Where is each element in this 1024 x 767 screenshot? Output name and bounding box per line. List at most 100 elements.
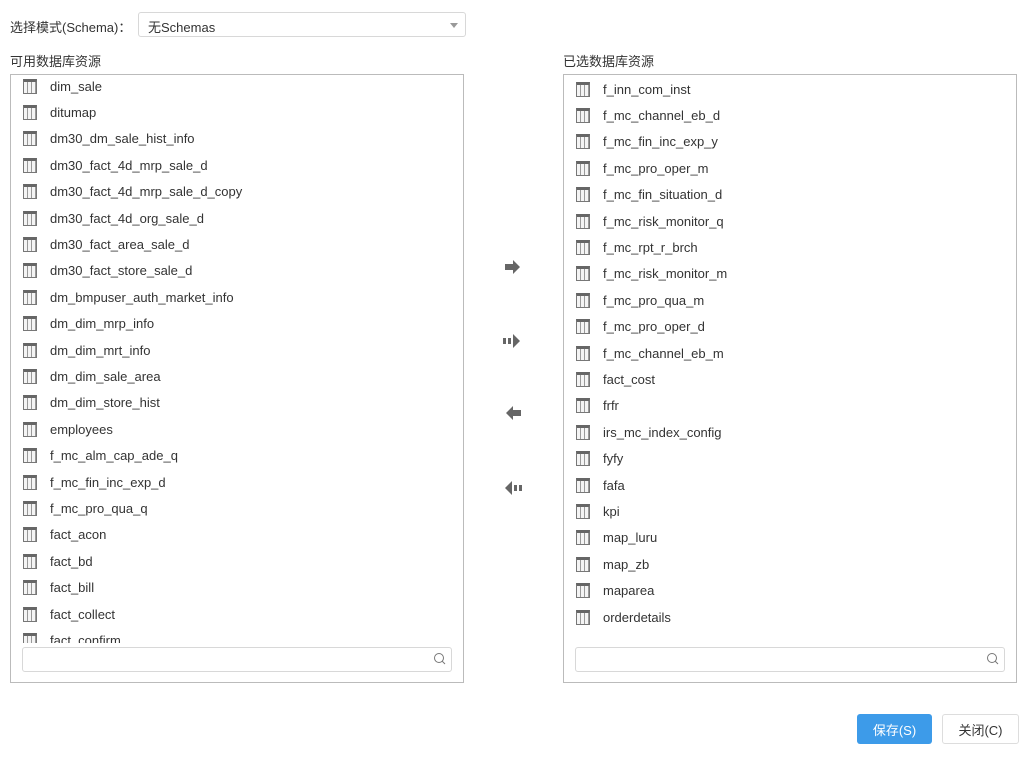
table-icon [23, 289, 37, 305]
list-item-label: f_mc_rpt_r_brch [603, 240, 698, 256]
table-icon [576, 609, 590, 625]
list-item[interactable]: fact_cost [564, 366, 1016, 392]
list-item[interactable]: ditumap [11, 99, 463, 125]
list-item-label: dm30_fact_4d_org_sale_d [50, 210, 204, 226]
list-item-label: dm_dim_mrt_info [50, 342, 151, 358]
search-icon [434, 653, 446, 665]
table-icon [23, 157, 37, 173]
list-item[interactable]: fafa [564, 472, 1016, 498]
list-item[interactable]: maparea [564, 577, 1016, 603]
list-item[interactable]: fyfy [564, 445, 1016, 471]
list-item-label: fact_bill [50, 580, 95, 596]
selected-list[interactable]: f_inn_com_inst f_mc_channel_eb_d f_mc_fin_… [564, 76, 1016, 646]
list-item-label: dm30_dm_sale_hist_info [50, 131, 195, 147]
list-item-label: irs_mc_index_config [603, 424, 722, 440]
table-icon [576, 530, 590, 546]
list-item[interactable]: f_mc_rpt_r_brch [564, 234, 1016, 260]
list-item[interactable]: f_mc_pro_oper_d [564, 314, 1016, 340]
available-list[interactable]: dim_sale ditumap dm30_dm_sale_hist_info dm3… [11, 75, 463, 643]
list-item[interactable]: f_mc_risk_monitor_m [564, 261, 1016, 287]
move-left-icon[interactable] [500, 404, 524, 422]
table-icon [23, 78, 37, 94]
list-item-label: orderdetails [603, 609, 671, 625]
list-item-label: f_mc_pro_oper_m [603, 160, 709, 176]
list-item-label: f_mc_pro_oper_d [603, 319, 705, 335]
list-item[interactable]: dm_bmpuser_auth_market_info [11, 284, 463, 310]
table-icon [576, 398, 590, 414]
list-item-label: f_mc_fin_inc_exp_d [50, 474, 166, 490]
list-item-label: fact_acon [50, 527, 107, 543]
table-icon [576, 583, 590, 599]
list-item[interactable]: map_zb [564, 551, 1016, 577]
list-item[interactable]: map_luru [564, 525, 1016, 551]
table-icon [23, 237, 37, 253]
list-item[interactable]: kpi [564, 498, 1016, 524]
list-item[interactable]: dm30_fact_area_sale_d [11, 231, 463, 257]
table-icon [23, 580, 37, 596]
list-item-label: f_mc_fin_situation_d [603, 187, 723, 203]
list-item[interactable]: f_mc_fin_inc_exp_y [564, 129, 1016, 155]
list-item[interactable]: dm_dim_mrp_info [11, 311, 463, 337]
table-icon [23, 553, 37, 569]
list-item-label: dm_bmpuser_auth_market_info [50, 289, 234, 305]
list-item[interactable]: f_mc_channel_eb_m [564, 340, 1016, 366]
list-item-label: f_mc_pro_qua_m [603, 292, 705, 308]
list-item[interactable]: f_mc_channel_eb_d [564, 102, 1016, 128]
list-item[interactable]: f_mc_fin_situation_d [564, 182, 1016, 208]
table-icon [23, 368, 37, 384]
close-button[interactable]: 关闭(C) [942, 714, 1019, 744]
selected-search-input[interactable] [575, 647, 1005, 672]
table-icon [23, 184, 37, 200]
table-icon [576, 556, 590, 572]
table-icon [576, 424, 590, 440]
list-item[interactable]: employees [11, 416, 463, 442]
list-item[interactable]: fact_acon [11, 522, 463, 548]
list-item[interactable]: fact_confirm [11, 627, 463, 643]
list-item-label: dm_dim_store_hist [50, 395, 160, 411]
save-button[interactable]: 保存(S) [857, 714, 932, 744]
list-item-label: fact_collect [50, 606, 116, 622]
list-item[interactable]: f_mc_risk_monitor_q [564, 208, 1016, 234]
list-item[interactable]: fact_collect [11, 601, 463, 627]
list-item[interactable]: f_mc_alm_cap_ade_q [11, 442, 463, 468]
list-item-label: dm_dim_mrp_info [50, 316, 155, 332]
table-icon [23, 448, 37, 464]
list-item[interactable]: f_mc_pro_qua_q [11, 495, 463, 521]
list-item[interactable]: dm_dim_mrt_info [11, 337, 463, 363]
list-item[interactable]: orderdetails [564, 604, 1016, 630]
list-item[interactable]: dm_dim_store_hist [11, 390, 463, 416]
list-item[interactable]: f_inn_com_inst [564, 76, 1016, 102]
schema-select[interactable]: 无Schemas [138, 12, 466, 37]
list-item-label: f_mc_risk_monitor_m [603, 266, 728, 282]
table-icon [23, 474, 37, 490]
list-item-label: fafa [603, 477, 625, 493]
list-item[interactable]: dm_dim_sale_area [11, 363, 463, 389]
list-item[interactable]: f_mc_pro_qua_m [564, 287, 1016, 313]
list-item[interactable]: irs_mc_index_config [564, 419, 1016, 445]
list-item[interactable]: dm30_fact_4d_mrp_sale_d_copy [11, 179, 463, 205]
table-icon [23, 421, 37, 437]
list-item[interactable]: frfr [564, 393, 1016, 419]
list-item[interactable]: dm30_fact_4d_mrp_sale_d [11, 152, 463, 178]
move-right-icon[interactable] [500, 258, 524, 276]
list-item[interactable]: fact_bd [11, 548, 463, 574]
list-item[interactable]: fact_bill [11, 574, 463, 600]
list-item[interactable]: f_mc_pro_oper_m [564, 155, 1016, 181]
list-item-label: dm30_fact_area_sale_d [50, 237, 190, 253]
chevron-down-icon [450, 23, 458, 28]
list-item[interactable]: dm30_fact_store_sale_d [11, 258, 463, 284]
table-icon [23, 263, 37, 279]
table-icon [576, 134, 590, 150]
list-item-label: employees [50, 421, 113, 437]
list-item[interactable]: dm30_fact_4d_org_sale_d [11, 205, 463, 231]
move-all-left-icon[interactable] [500, 479, 524, 497]
list-item-label: f_mc_risk_monitor_q [603, 213, 724, 229]
table-icon [23, 342, 37, 358]
list-item[interactable]: dim_sale [11, 75, 463, 99]
table-icon [23, 606, 37, 622]
move-all-right-icon[interactable] [500, 332, 524, 350]
table-icon [23, 131, 37, 147]
available-search-input[interactable] [22, 647, 452, 672]
list-item[interactable]: f_mc_fin_inc_exp_d [11, 469, 463, 495]
list-item[interactable]: dm30_dm_sale_hist_info [11, 126, 463, 152]
